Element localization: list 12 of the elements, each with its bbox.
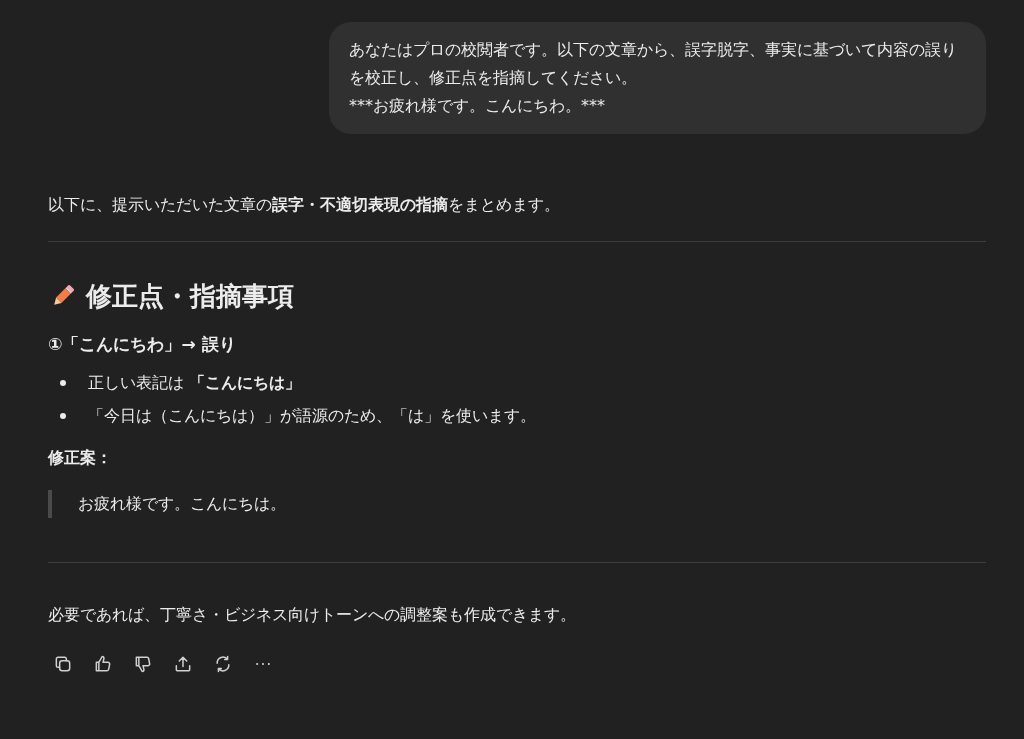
proposal-label: 修正案： bbox=[48, 447, 113, 469]
response-text: 必要であれば、丁寧さ・ビジネス向けトーンへの調整案も作成できます。 bbox=[48, 604, 577, 626]
message-text: ***お疲れ様です。こんにちわ。*** bbox=[349, 95, 606, 117]
item-heading: ①「こんにちわ」→ 誤り bbox=[48, 333, 237, 356]
message-text: あなたはプロの校閲者です。以下の文章から、誤字脱字、事実に基づいて内容の誤りを校正し、修正点を指摘してください。 bbox=[349, 39, 958, 89]
section-heading: 修正点・指摘事項 bbox=[86, 280, 294, 313]
bullet-icon bbox=[60, 412, 66, 419]
list-item-text: 正しい表記は 「こんにちは」 bbox=[88, 372, 302, 394]
list-item-text: 「今日は（こんにちは）」が語源のため、「は」を使います。 bbox=[88, 405, 536, 427]
response-text: 以下に、提示いただいた文章の誤字・不適切表現の指摘をまとめます。 bbox=[48, 194, 561, 216]
quote-text: お疲れ様です。こんにちは。 bbox=[78, 494, 286, 513]
bullet-icon bbox=[60, 379, 66, 386]
